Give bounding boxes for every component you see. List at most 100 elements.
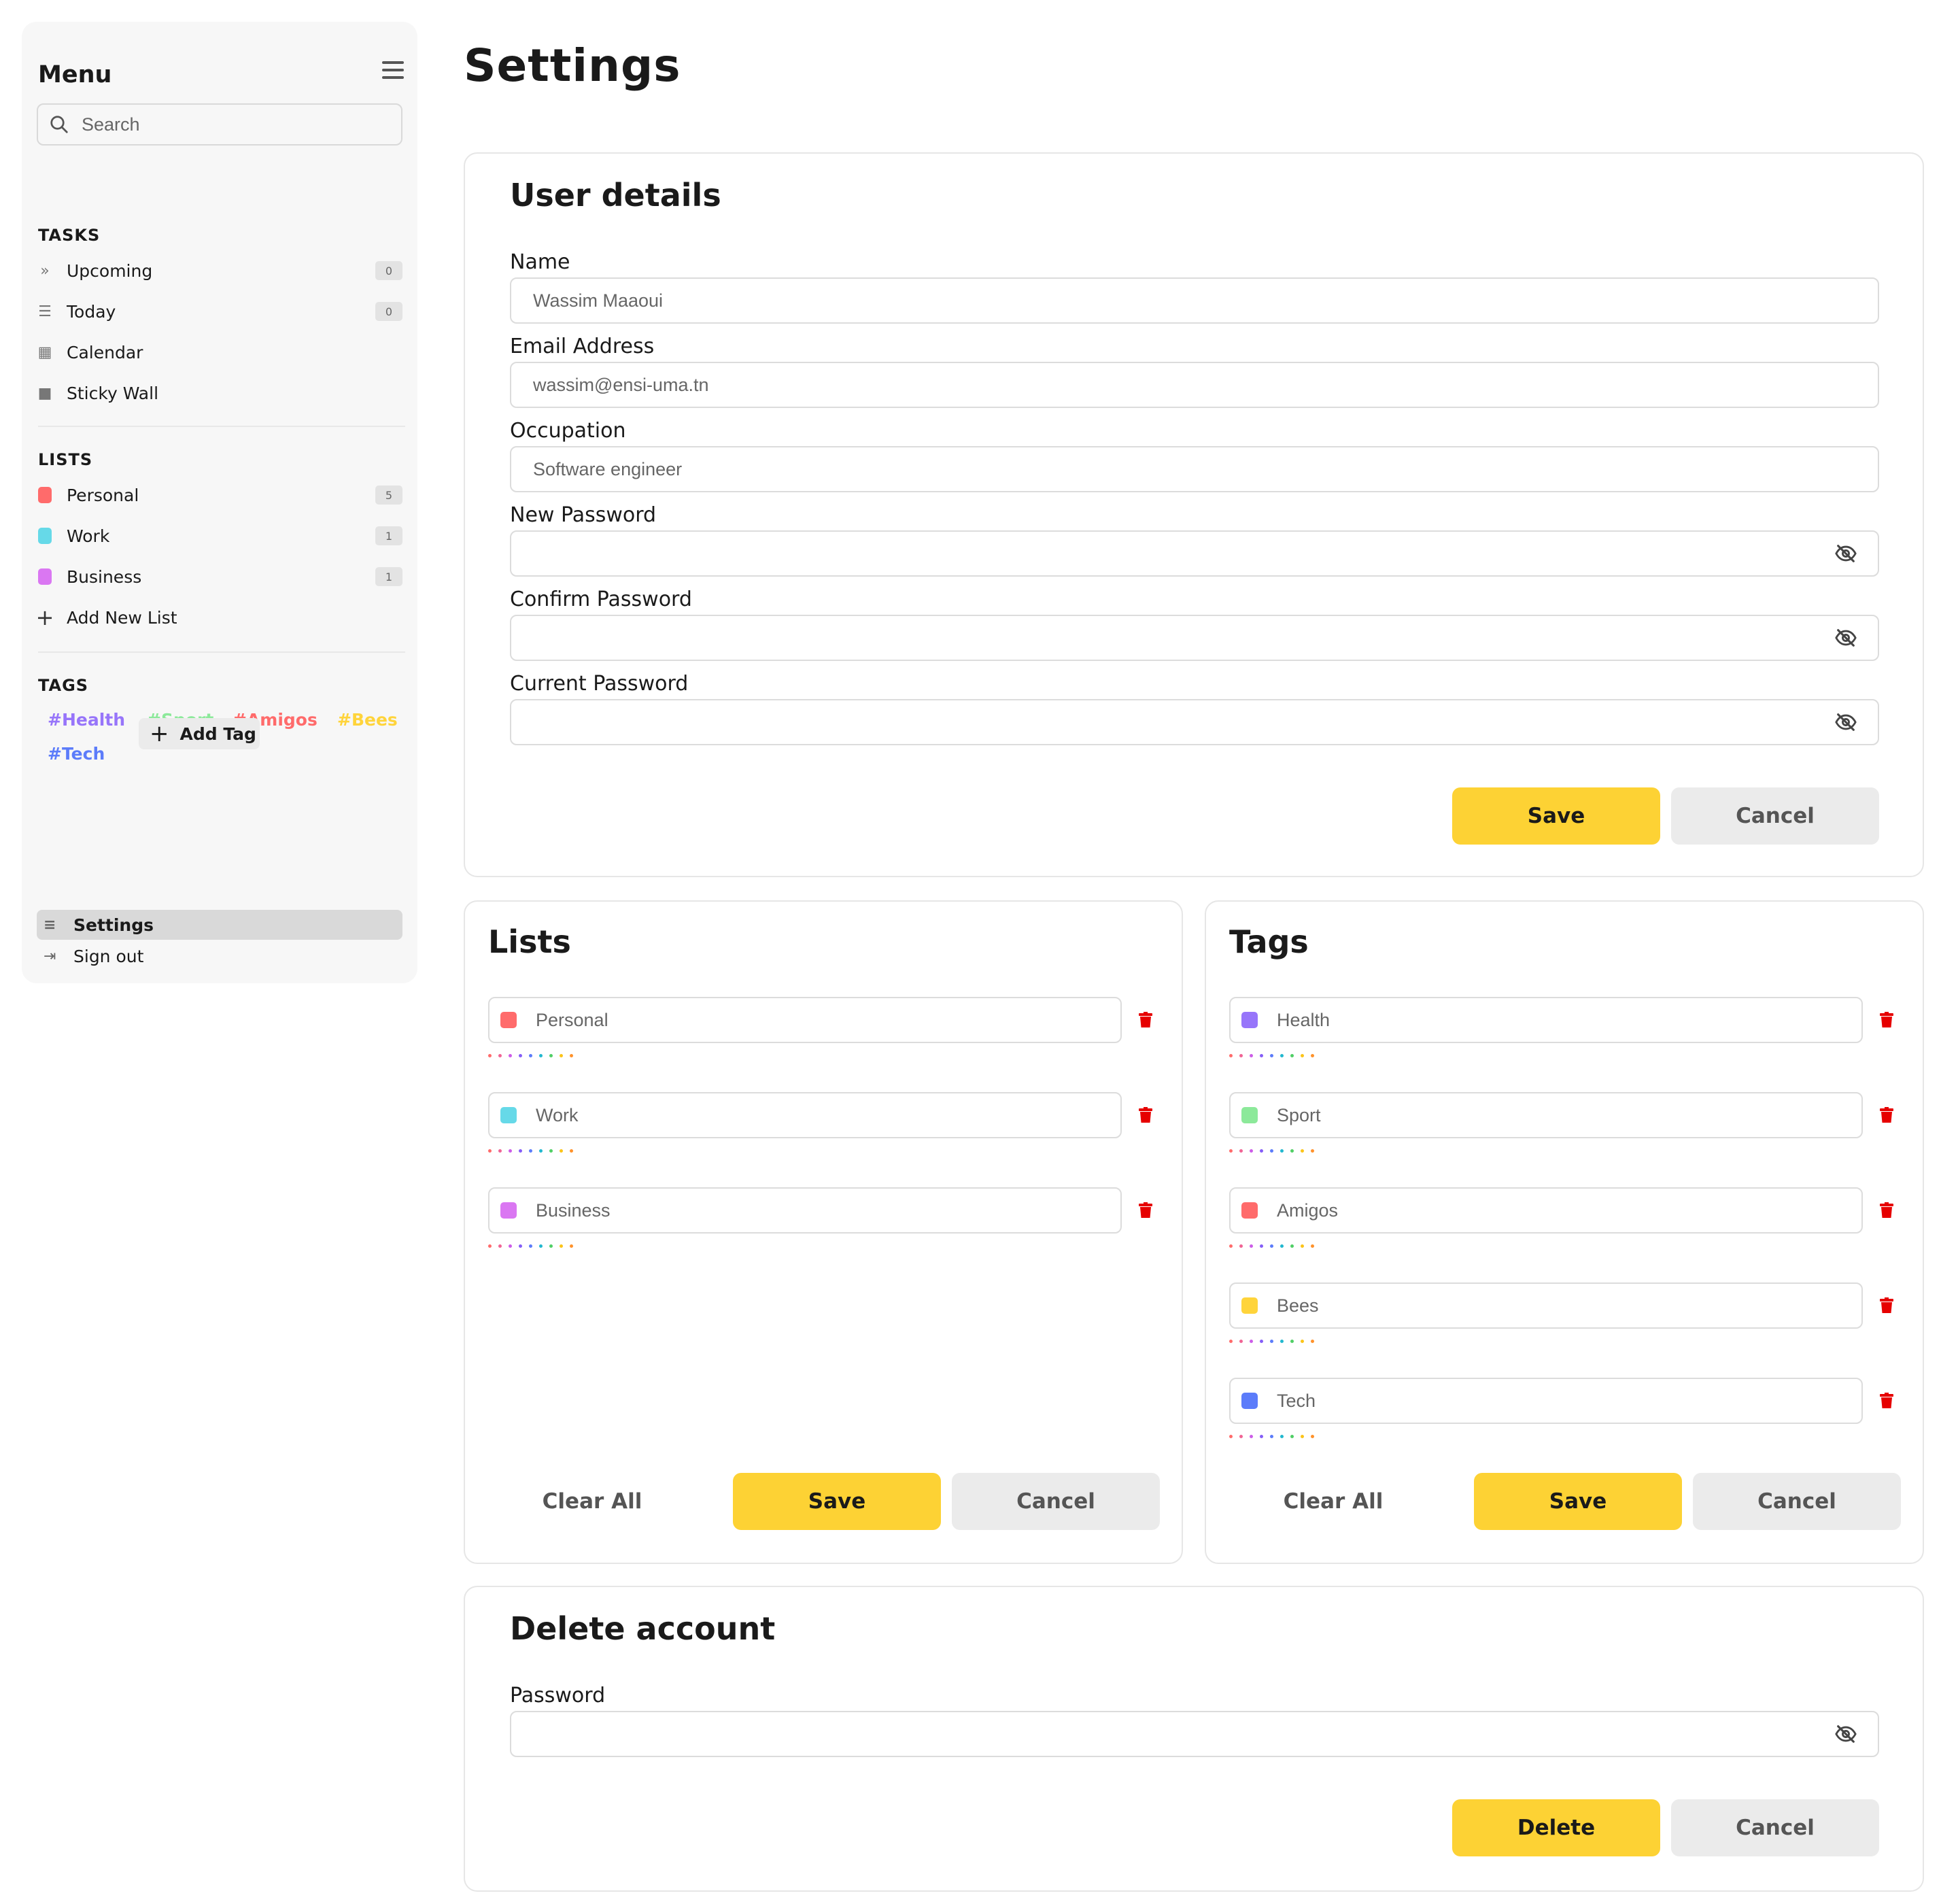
color-option-dot[interactable] xyxy=(519,1054,522,1057)
sidebar-item-calendar[interactable]: ▦ Calendar xyxy=(38,337,405,367)
color-option-dot[interactable] xyxy=(570,1149,573,1153)
color-option-dot[interactable] xyxy=(570,1054,573,1057)
color-option-dot[interactable] xyxy=(1229,1244,1233,1248)
item-name-field[interactable] xyxy=(488,1187,1122,1234)
color-option-dot[interactable] xyxy=(1280,1435,1284,1438)
name-input[interactable] xyxy=(532,289,1857,312)
color-option-dot[interactable] xyxy=(1229,1149,1233,1153)
color-option-dot[interactable] xyxy=(1270,1435,1273,1438)
color-swatch[interactable] xyxy=(1241,1012,1258,1028)
color-option-dot[interactable] xyxy=(498,1054,502,1057)
password-input[interactable] xyxy=(532,1722,1834,1746)
new-password-input[interactable] xyxy=(532,542,1834,565)
color-option-dot[interactable] xyxy=(1270,1244,1273,1248)
color-option-dot[interactable] xyxy=(1280,1054,1284,1057)
color-swatch[interactable] xyxy=(1241,1202,1258,1219)
eye-off-icon[interactable] xyxy=(1834,1722,1857,1746)
color-option-dot[interactable] xyxy=(549,1149,553,1153)
color-option-dot[interactable] xyxy=(529,1054,532,1057)
color-option-dot[interactable] xyxy=(539,1054,543,1057)
save-button[interactable]: Save xyxy=(1474,1473,1682,1530)
color-option-dot[interactable] xyxy=(1280,1340,1284,1343)
sidebar-item-business[interactable]: Business 1 xyxy=(38,562,405,592)
current-password-input[interactable] xyxy=(532,711,1834,734)
color-option-dot[interactable] xyxy=(1239,1149,1243,1153)
cancel-button[interactable]: Cancel xyxy=(1693,1473,1901,1530)
sidebar-item-sticky-wall[interactable]: ■ Sticky Wall xyxy=(38,378,405,408)
item-name-field[interactable] xyxy=(1229,1282,1863,1329)
color-option-dot[interactable] xyxy=(488,1054,492,1057)
color-option-dot[interactable] xyxy=(570,1244,573,1248)
sidebar-item-today[interactable]: ☰ Today 0 xyxy=(38,296,405,326)
item-name-input[interactable] xyxy=(1275,1199,1861,1222)
color-option-dot[interactable] xyxy=(560,1054,563,1057)
color-option-dot[interactable] xyxy=(1250,1340,1253,1343)
color-option-dot[interactable] xyxy=(529,1149,532,1153)
eye-off-icon[interactable] xyxy=(1834,711,1857,734)
new-password-field[interactable] xyxy=(510,530,1879,577)
color-option-dot[interactable] xyxy=(1290,1435,1294,1438)
color-option-dot[interactable] xyxy=(1311,1149,1314,1153)
color-option-dot[interactable] xyxy=(519,1149,522,1153)
color-option-dot[interactable] xyxy=(519,1244,522,1248)
color-option-dot[interactable] xyxy=(1290,1244,1294,1248)
color-option-dot[interactable] xyxy=(1239,1244,1243,1248)
occupation-field[interactable] xyxy=(510,446,1879,492)
color-option-dot[interactable] xyxy=(1260,1435,1263,1438)
trash-icon[interactable] xyxy=(1879,1107,1894,1123)
clear-all-button[interactable]: Clear All xyxy=(488,1473,696,1530)
password-field[interactable] xyxy=(510,1711,1879,1757)
item-name-field[interactable] xyxy=(1229,1092,1863,1138)
color-option-dot[interactable] xyxy=(1311,1435,1314,1438)
color-option-dot[interactable] xyxy=(1280,1244,1284,1248)
color-option-dot[interactable] xyxy=(1301,1435,1304,1438)
color-option-dot[interactable] xyxy=(1311,1054,1314,1057)
sign-out-button[interactable]: ⇥ Sign out xyxy=(44,941,143,971)
item-name-input[interactable] xyxy=(1275,1104,1861,1127)
save-button[interactable]: Save xyxy=(1452,787,1660,845)
color-option-dot[interactable] xyxy=(1229,1340,1233,1343)
color-option-dot[interactable] xyxy=(1260,1244,1263,1248)
color-swatch[interactable] xyxy=(500,1107,517,1123)
item-name-field[interactable] xyxy=(488,997,1122,1043)
color-option-dot[interactable] xyxy=(498,1244,502,1248)
color-option-dot[interactable] xyxy=(1290,1340,1294,1343)
color-option-dot[interactable] xyxy=(509,1149,512,1153)
color-option-dot[interactable] xyxy=(1239,1340,1243,1343)
trash-icon[interactable] xyxy=(1879,1202,1894,1219)
color-option-dot[interactable] xyxy=(1290,1149,1294,1153)
color-swatch[interactable] xyxy=(1241,1393,1258,1409)
item-name-input[interactable] xyxy=(1275,1008,1861,1032)
color-option-dot[interactable] xyxy=(498,1149,502,1153)
color-option-dot[interactable] xyxy=(539,1149,543,1153)
trash-icon[interactable] xyxy=(1879,1297,1894,1314)
color-swatch[interactable] xyxy=(1241,1297,1258,1314)
name-field[interactable] xyxy=(510,277,1879,324)
sidebar-item-personal[interactable]: Personal 5 xyxy=(38,480,405,510)
color-option-dot[interactable] xyxy=(1260,1340,1263,1343)
color-swatch[interactable] xyxy=(500,1202,517,1219)
color-option-dot[interactable] xyxy=(509,1054,512,1057)
trash-icon[interactable] xyxy=(1138,1202,1153,1219)
tag-bees[interactable]: #Bees xyxy=(337,710,398,730)
confirm-password-field[interactable] xyxy=(510,615,1879,661)
item-name-input[interactable] xyxy=(534,1199,1120,1222)
color-option-dot[interactable] xyxy=(1311,1244,1314,1248)
color-option-dot[interactable] xyxy=(539,1244,543,1248)
sidebar-item-upcoming[interactable]: » Upcoming 0 xyxy=(38,256,405,286)
save-button[interactable]: Save xyxy=(733,1473,941,1530)
hamburger-menu-icon[interactable] xyxy=(382,61,404,79)
color-option-dot[interactable] xyxy=(509,1244,512,1248)
item-name-input[interactable] xyxy=(534,1104,1120,1127)
eye-off-icon[interactable] xyxy=(1834,542,1857,565)
color-option-dot[interactable] xyxy=(1311,1340,1314,1343)
color-option-dot[interactable] xyxy=(529,1244,532,1248)
trash-icon[interactable] xyxy=(1879,1012,1894,1028)
color-option-dot[interactable] xyxy=(1250,1149,1253,1153)
cancel-button[interactable]: Cancel xyxy=(952,1473,1160,1530)
cancel-button[interactable]: Cancel xyxy=(1671,787,1879,845)
trash-icon[interactable] xyxy=(1138,1107,1153,1123)
trash-icon[interactable] xyxy=(1879,1393,1894,1409)
color-option-dot[interactable] xyxy=(1250,1244,1253,1248)
color-option-dot[interactable] xyxy=(560,1149,563,1153)
